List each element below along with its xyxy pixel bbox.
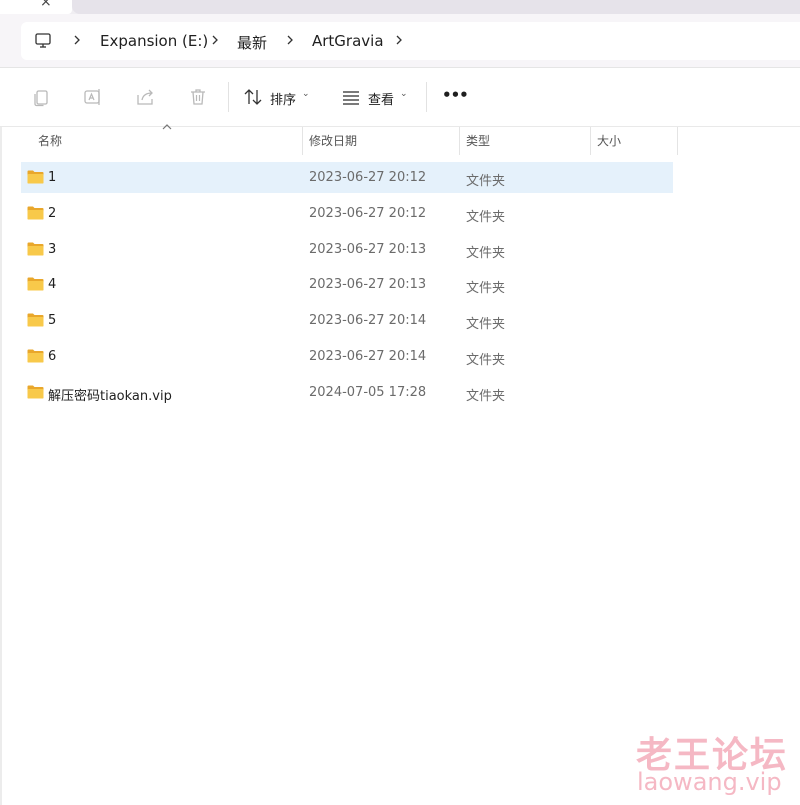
file-name: 3 <box>48 241 57 257</box>
sort-ascending-icon <box>162 124 172 130</box>
file-type: 文件夹 <box>466 174 506 189</box>
file-name: 解压密码tiaokan.vip <box>48 388 172 404</box>
file-modified-date: 2023-06-27 20:13 <box>309 277 427 293</box>
copy-icon[interactable] <box>30 86 52 108</box>
folder-icon <box>27 206 44 220</box>
sort-label: 排序 <box>270 93 297 108</box>
active-tab[interactable]: × <box>0 0 72 14</box>
close-tab-icon[interactable]: × <box>40 0 52 10</box>
breadcrumb[interactable]: Expansion (E:) 最新 ArtGravia <box>21 22 800 60</box>
chevron-right-icon[interactable] <box>285 32 295 48</box>
delete-icon[interactable] <box>187 86 209 108</box>
file-name: 2 <box>48 205 57 221</box>
column-headers: 名称 修改日期 类型 大小 <box>0 124 800 156</box>
file-type: 文件夹 <box>466 353 506 368</box>
share-icon[interactable] <box>134 86 156 108</box>
column-resize-handle[interactable] <box>459 127 460 155</box>
folder-icon <box>27 242 44 256</box>
file-name: 6 <box>48 349 57 364</box>
breadcrumb-item-artgravia[interactable]: ArtGravia <box>312 32 384 50</box>
sort-icon <box>244 89 262 105</box>
watermark-url: laowang.vip <box>637 768 782 796</box>
folder-icon <box>27 170 44 184</box>
file-type: 文件夹 <box>466 388 506 404</box>
chevron-right-icon[interactable] <box>210 32 220 48</box>
table-row[interactable]: 解压密码tiaokan.vip 2024-07-05 17:28 文件夹 <box>21 377 673 408</box>
file-type: 文件夹 <box>466 317 506 333</box>
column-resize-handle[interactable] <box>302 127 303 155</box>
file-type: 文件夹 <box>466 245 506 261</box>
file-modified-date: 2023-06-27 20:13 <box>309 241 427 257</box>
table-row[interactable]: 5 2023-06-27 20:14 文件夹 <box>21 305 673 336</box>
file-type: 文件夹 <box>466 209 506 225</box>
chevron-right-icon[interactable] <box>72 32 82 48</box>
file-modified-date: 2023-06-27 20:12 <box>309 170 427 185</box>
more-options-button[interactable]: ••• <box>442 86 469 104</box>
column-resize-handle[interactable] <box>677 127 678 155</box>
view-label: 查看 <box>368 93 395 108</box>
column-header-date[interactable]: 修改日期 <box>309 132 357 149</box>
toolbar-divider <box>426 82 427 112</box>
column-header-size[interactable]: 大小 <box>597 132 621 149</box>
table-row[interactable]: 4 2023-06-27 20:13 文件夹 <box>21 269 673 300</box>
table-row[interactable]: 2 2023-06-27 20:12 文件夹 <box>21 198 673 229</box>
table-row[interactable]: 3 2023-06-27 20:13 文件夹 <box>21 234 673 265</box>
breadcrumb-item-drive[interactable]: Expansion (E:) <box>100 32 208 50</box>
file-name: 1 <box>48 170 57 185</box>
column-header-name[interactable]: 名称 <box>38 132 62 149</box>
file-modified-date: 2023-06-27 20:14 <box>309 313 427 329</box>
column-header-type[interactable]: 类型 <box>466 132 490 149</box>
view-icon <box>343 91 359 105</box>
address-area: Expansion (E:) 最新 ArtGravia <box>0 14 800 68</box>
rename-icon[interactable] <box>82 86 104 108</box>
toolbar-divider <box>228 82 229 112</box>
chevron-down-icon: ⌄ <box>400 89 408 99</box>
command-bar: 排序 ⌄ 查看 ⌄ ••• <box>0 68 800 127</box>
file-modified-date: 2024-07-05 17:28 <box>309 384 427 400</box>
folder-icon <box>27 313 44 327</box>
this-pc-icon[interactable] <box>34 32 52 50</box>
breadcrumb-item-latest[interactable]: 最新 <box>237 32 267 53</box>
chevron-right-icon[interactable] <box>394 32 404 48</box>
folder-icon <box>27 349 44 363</box>
file-modified-date: 2023-06-27 20:14 <box>309 349 427 364</box>
file-type: 文件夹 <box>466 281 506 297</box>
tab-strip-background <box>72 0 800 14</box>
window-edge <box>0 127 2 805</box>
file-name: 5 <box>48 313 57 329</box>
file-name: 4 <box>48 277 57 293</box>
folder-icon <box>27 385 44 399</box>
folder-icon <box>27 277 44 291</box>
column-resize-handle[interactable] <box>590 127 591 155</box>
file-modified-date: 2023-06-27 20:12 <box>309 205 427 221</box>
table-row[interactable]: 1 2023-06-27 20:12 文件夹 <box>21 162 673 193</box>
tab-strip: × <box>0 0 800 14</box>
chevron-down-icon: ⌄ <box>302 89 310 99</box>
table-row[interactable]: 6 2023-06-27 20:14 文件夹 <box>21 341 673 372</box>
